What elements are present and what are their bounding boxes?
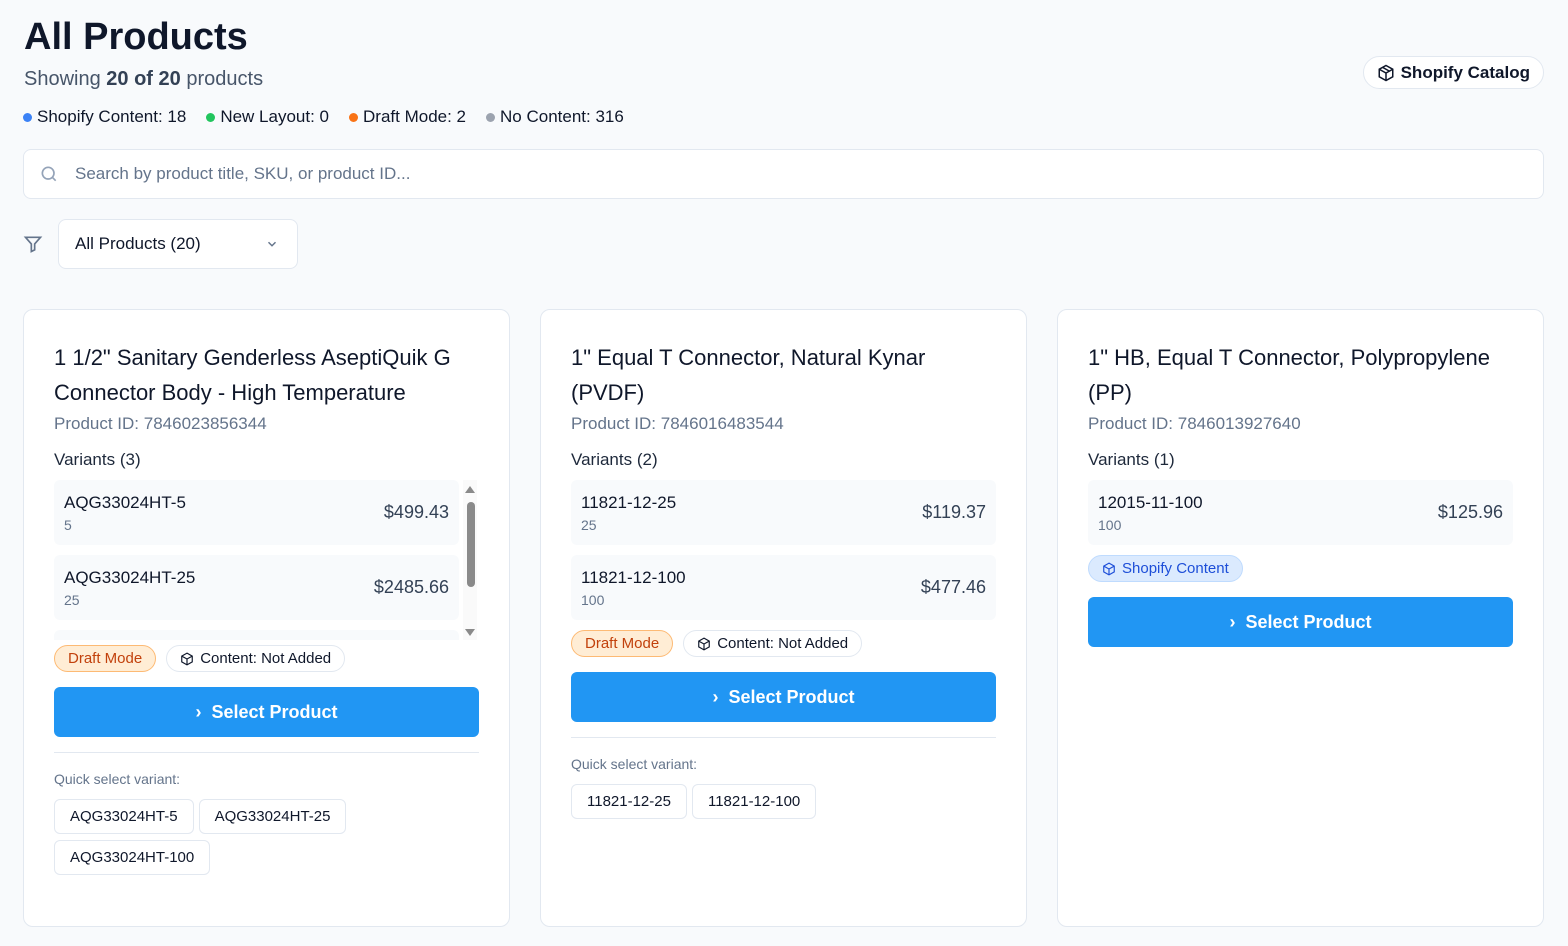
of-text: of	[134, 68, 153, 90]
product-id: Product ID: 7846023856344	[54, 414, 267, 433]
legend-shopify-content: Shopify Content: 18	[23, 107, 186, 127]
legend-label: Shopify Content: 18	[37, 107, 187, 126]
legend-label: No Content: 316	[500, 107, 624, 126]
variants-label: Variants (2)	[571, 450, 658, 469]
showing-count: Showing 20 of 20 products	[24, 68, 263, 91]
status-legend: Shopify Content: 18 New Layout: 0 Draft …	[23, 107, 624, 127]
search-icon	[41, 166, 57, 182]
variant-sku: AQG33024HT-5	[64, 492, 186, 512]
product-card: 1" Equal T Connector, Natural Kynar (PVD…	[540, 309, 1027, 927]
orange-dot-icon	[349, 112, 359, 122]
select-product-button[interactable]: › Select Product	[1088, 597, 1513, 647]
product-card: 1" HB, Equal T Connector, Polypropylene …	[1057, 309, 1544, 927]
divider	[54, 752, 479, 753]
catalog-label: Shopify Catalog	[1400, 62, 1530, 82]
filter-icon	[23, 236, 43, 253]
variant-row[interactable]: AQG33024HT-25 25 $2485.66	[54, 555, 459, 620]
search-bar	[23, 149, 1544, 199]
variant-row[interactable]: 11821-12-100 100 $477.46	[571, 555, 996, 620]
legend-label: New Layout: 0	[220, 107, 330, 126]
product-id: Product ID: 7846016483544	[571, 414, 784, 433]
quick-select-chip[interactable]: 11821-12-100	[691, 784, 817, 819]
scrollbar-thumb[interactable]	[467, 502, 475, 587]
product-title: 1" HB, Equal T Connector, Polypropylene …	[1088, 345, 1491, 405]
variant-sku: AQG33024HT-25	[64, 567, 196, 587]
filter-selected-value: All Products (20)	[75, 234, 201, 253]
showing-prefix: Showing	[24, 68, 101, 90]
variant-qty: 25	[64, 591, 80, 608]
content-status-badge: Content: Not Added	[683, 630, 863, 657]
select-product-button[interactable]: › Select Product	[54, 687, 479, 737]
package-icon	[181, 651, 194, 666]
content-status-badge: Content: Not Added	[166, 645, 346, 672]
variant-row[interactable]: AQG33024HT-5 5 $499.43	[54, 480, 459, 545]
scroll-up-icon[interactable]	[465, 486, 475, 493]
badge-label: Content: Not Added	[717, 635, 849, 652]
variant-sku: 12015-11-100	[1098, 492, 1203, 512]
variants-label: Variants (1)	[1088, 450, 1175, 469]
product-title: 1" Equal T Connector, Natural Kynar (PVD…	[571, 345, 926, 405]
variant-row[interactable]: 12015-11-100 100 $125.96	[1088, 480, 1513, 545]
variant-sku: 11821-12-100	[581, 567, 686, 587]
legend-no-content: No Content: 316	[486, 107, 624, 127]
quick-select-chip[interactable]: AQG33024HT-100	[54, 840, 211, 875]
product-card: 1 1/2" Sanitary Genderless AseptiQuik G …	[23, 309, 510, 927]
variant-price: $2485.66	[373, 577, 449, 597]
variant-list: 12015-11-100 100 $125.96	[1088, 480, 1513, 545]
search-input[interactable]	[75, 164, 1475, 184]
legend-new-layout: New Layout: 0	[206, 107, 329, 127]
legend-label: Draft Mode: 2	[363, 107, 467, 126]
chevron-right-icon: ›	[712, 686, 719, 707]
variant-list: 11821-12-25 25 $119.37 11821-12-100 100 $477…	[571, 480, 996, 620]
product-id: Product ID: 7846013927640	[1088, 414, 1301, 433]
showing-suffix: products	[186, 68, 264, 90]
button-label: Select Product	[1245, 611, 1372, 632]
page-title: All Products	[24, 16, 248, 58]
quick-select-label: Quick select variant:	[54, 771, 181, 787]
shopify-catalog-button[interactable]: Shopify Catalog	[1362, 56, 1544, 89]
button-label: Select Product	[728, 686, 855, 707]
variant-row-partial[interactable]	[54, 630, 459, 640]
variant-qty: 100	[581, 591, 605, 608]
draft-mode-badge: Draft Mode	[571, 630, 674, 657]
variant-price: $477.46	[920, 577, 986, 597]
shown-count: 20	[106, 68, 129, 90]
chevron-down-icon	[267, 241, 277, 247]
quick-select-chip[interactable]: 11821-12-25	[571, 784, 687, 819]
variant-qty: 5	[64, 516, 72, 533]
blue-dot-icon	[23, 112, 32, 122]
divider	[571, 737, 996, 738]
variant-qty: 100	[1098, 516, 1122, 533]
variants-label: Variants (3)	[54, 450, 141, 469]
shopify-content-badge: Shopify Content	[1088, 555, 1243, 582]
variant-price: $499.43	[383, 502, 449, 522]
scroll-down-icon[interactable]	[465, 629, 475, 636]
variant-sku: 11821-12-25	[581, 492, 677, 512]
variant-price: $119.37	[922, 502, 986, 522]
package-icon	[1378, 64, 1394, 81]
quick-select-chip[interactable]: AQG33024HT-25	[198, 799, 347, 834]
variant-row[interactable]: 11821-12-25 25 $119.37	[571, 480, 996, 545]
total-count: 20	[158, 68, 181, 90]
button-label: Select Product	[211, 701, 338, 722]
legend-draft-mode: Draft Mode: 2	[349, 107, 466, 127]
product-filter-select[interactable]: All Products (20)	[58, 219, 298, 269]
badge-label: Shopify Content	[1122, 560, 1229, 577]
draft-mode-badge: Draft Mode	[54, 645, 157, 672]
product-title: 1 1/2" Sanitary Genderless AseptiQuik G …	[54, 345, 451, 405]
variant-qty: 25	[581, 516, 597, 533]
select-product-button[interactable]: › Select Product	[571, 672, 996, 722]
chevron-right-icon: ›	[195, 701, 202, 722]
green-dot-icon	[206, 112, 216, 122]
badge-label: Content: Not Added	[200, 650, 332, 667]
variant-list: AQG33024HT-5 5 $499.43 AQG33024HT-25 25 $248…	[54, 480, 479, 640]
package-icon	[698, 636, 711, 651]
quick-select-label: Quick select variant:	[571, 756, 698, 772]
gray-dot-icon	[486, 112, 496, 122]
variant-price: $125.96	[1437, 502, 1503, 522]
variant-scrollbar[interactable]	[463, 480, 477, 640]
package-icon	[1103, 561, 1115, 576]
chevron-right-icon: ›	[1229, 611, 1236, 632]
quick-select-chip[interactable]: AQG33024HT-5	[54, 799, 194, 834]
